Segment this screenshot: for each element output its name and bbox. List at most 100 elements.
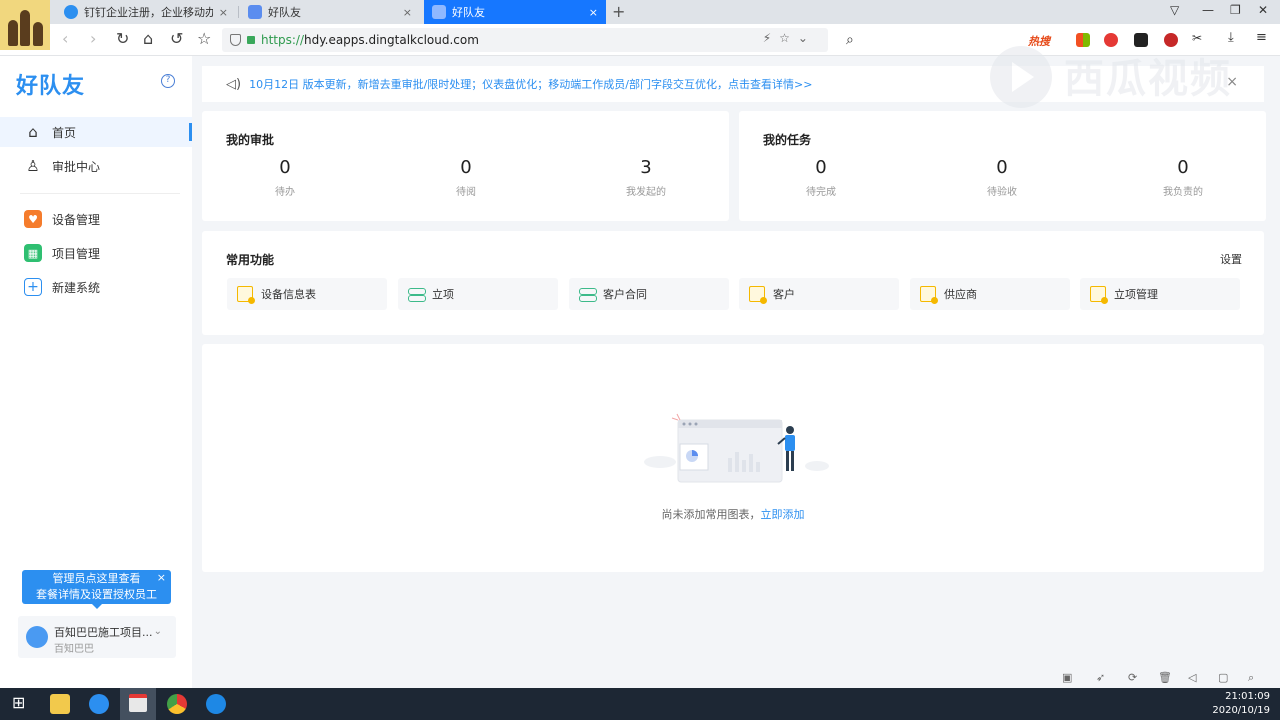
stat-initiated[interactable]: 3 我发起的 [586, 157, 706, 198]
url-text: https://hdy.eapps.dingtalkcloud.com [261, 33, 479, 47]
stat-value: 3 [640, 157, 652, 178]
bookmark-star-icon[interactable]: ☆ [197, 29, 211, 48]
function-label: 立项 [432, 288, 454, 301]
browser-tab-dingtalk[interactable]: 钉钉企业注册，企业移动办公... × [56, 0, 236, 24]
function-customer-contract[interactable]: 客户合同 [569, 278, 729, 310]
function-customer[interactable]: 客户 [739, 278, 899, 310]
stat-responsible[interactable]: 0 我负责的 [1123, 157, 1243, 198]
form-icon [1090, 286, 1108, 304]
dingtalk-icon[interactable] [89, 694, 109, 714]
sidebar-item-label: 新建系统 [52, 280, 101, 295]
close-icon[interactable]: × [219, 6, 228, 19]
stat-value: 0 [1177, 157, 1189, 178]
empty-charts-message: 尚未添加常用图表，立即添加 [202, 506, 1264, 522]
tab-label: 好队友 [452, 6, 485, 19]
zoom-icon[interactable]: ⌕ [1248, 671, 1254, 685]
form-icon [749, 286, 767, 304]
trash-icon[interactable]: 🗑 [1158, 671, 1172, 684]
address-bar[interactable]: https://hdy.eapps.dingtalkcloud.com ⚡☆⌄ [222, 28, 828, 52]
new-tab-button[interactable]: + [612, 2, 625, 21]
update-notice-text[interactable]: 10月12日 版本更新，新增去重审批/限时处理；仪表盘优化；移动端工作成员/部门… [249, 76, 812, 92]
sidebar-item-approval-center[interactable]: ♙ 审批中心 [0, 151, 192, 181]
function-project-setup[interactable]: 立项 [398, 278, 558, 310]
sidebar-item-label: 审批中心 [52, 159, 101, 174]
plus-icon: + [24, 278, 42, 296]
common-functions-card: 常用功能 设置 设备信息表 立项 客户合同 客户 供应商 立项管理 [202, 231, 1264, 335]
file-explorer-icon[interactable] [50, 694, 70, 714]
profile-avatar-image[interactable] [0, 0, 50, 50]
close-icon[interactable]: × [589, 6, 598, 19]
shield-icon [230, 34, 241, 46]
sidebar-item-new-system[interactable]: + 新建系统 [0, 272, 192, 302]
function-label: 客户 [773, 288, 795, 301]
clock-date: 2020/10/19 [1212, 705, 1270, 716]
tab-label: 钉钉企业注册，企业移动办公... [84, 6, 213, 19]
grid-icon: ▦ [24, 244, 42, 262]
common-charts-card: 尚未添加常用图表，立即添加 [202, 344, 1264, 572]
home-icon: ⌂ [28, 123, 38, 141]
refresh-icon[interactable]: ↻ [116, 29, 129, 48]
stat-label: 待完成 [806, 187, 836, 198]
stat-to-complete[interactable]: 0 待完成 [761, 157, 881, 198]
forward-button[interactable]: › [90, 29, 96, 48]
add-now-link[interactable]: 立即添加 [761, 508, 805, 521]
function-project-management[interactable]: 立项管理 [1080, 278, 1240, 310]
rocket-icon[interactable]: ➶ [1096, 671, 1105, 684]
org-switcher[interactable]: 百知巴巴施工项目... 百知巴巴 ⌄ [18, 616, 176, 658]
windows-start-icon[interactable]: ⊞ [12, 693, 32, 713]
app-icon [432, 5, 446, 19]
undo-close-icon[interactable]: ↺ [170, 29, 183, 48]
address-bar-actions[interactable]: ⚡☆⌄ [763, 31, 816, 45]
sidebar-item-projects[interactable]: ▦ 项目管理 [0, 238, 192, 268]
form-icon [920, 286, 938, 304]
close-window-button[interactable]: ✕ [1258, 3, 1268, 17]
function-supplier[interactable]: 供应商 [910, 278, 1070, 310]
minimize-button[interactable]: — [1202, 3, 1214, 17]
dingtalk-icon [64, 5, 78, 19]
browser-tab-haoduiyou-active[interactable]: 好队友 × [424, 0, 606, 24]
watermark-text: 西瓜视频 [1064, 56, 1232, 102]
search-icon: ⌕ [846, 32, 854, 48]
close-icon[interactable]: × [157, 570, 166, 586]
app-logo[interactable]: 好队友 [16, 68, 85, 100]
restore-button[interactable]: ❐ [1230, 3, 1241, 17]
stat-pending[interactable]: 0 待办 [225, 157, 345, 198]
stat-label: 待办 [275, 187, 295, 198]
function-equipment-info[interactable]: 设备信息表 [227, 278, 387, 310]
back-button[interactable]: ‹ [62, 29, 68, 48]
taskbar-active-app[interactable] [120, 688, 156, 720]
help-icon[interactable]: ? [161, 74, 175, 88]
function-label: 设备信息表 [261, 288, 316, 301]
flow-icon [408, 286, 426, 302]
my-approvals-card: 我的审批 0 待办 0 待阅 3 我发起的 [202, 111, 729, 221]
window-icon[interactable]: ▢ [1218, 671, 1228, 684]
refresh-icon[interactable]: ⟳ [1128, 671, 1137, 684]
home-icon[interactable]: ⌂ [143, 29, 153, 48]
browser-icon[interactable] [167, 694, 187, 714]
system-clock[interactable]: 21:01:09 2020/10/19 [1212, 690, 1270, 718]
org-name: 百知巴巴施工项目... [54, 626, 153, 639]
browser-tab-haoduiyou[interactable]: 好队友 × [240, 0, 420, 24]
settings-link[interactable]: 设置 [1220, 251, 1242, 267]
admin-tip-tooltip[interactable]: 管理员点这里查看 套餐详情及设置授权员工 × [22, 570, 171, 609]
admin-tip-line: 管理员点这里查看 [52, 572, 141, 585]
clock-time: 21:01:09 [1225, 691, 1270, 702]
tab-label: 好队友 [268, 6, 301, 19]
stat-to-accept[interactable]: 0 待验收 [942, 157, 1062, 198]
sidebar: 好队友 ? ⌂ 首页 ♙ 审批中心 ♥ 设备管理 ▦ 项目管理 + 新建系统 管… [0, 56, 192, 688]
stat-value: 0 [996, 157, 1008, 178]
chat-app-icon[interactable] [206, 694, 226, 714]
stat-to-read[interactable]: 0 待阅 [406, 157, 526, 198]
close-icon[interactable]: × [403, 6, 412, 19]
speaker-icon[interactable]: ◁ [1188, 671, 1196, 684]
org-subtitle: 百知巴巴 [54, 644, 94, 655]
sidebar-item-home[interactable]: ⌂ 首页 [0, 117, 192, 147]
chevron-down-icon: ⌄ [153, 626, 162, 637]
stat-value: 0 [815, 157, 827, 178]
stat-label: 我发起的 [626, 187, 666, 198]
shirt-icon[interactable]: ▽ [1170, 3, 1179, 17]
stat-value: 0 [279, 157, 291, 178]
image-icon[interactable]: ▣ [1062, 671, 1072, 684]
flow-icon [579, 286, 597, 302]
sidebar-item-equipment[interactable]: ♥ 设备管理 [0, 204, 192, 234]
